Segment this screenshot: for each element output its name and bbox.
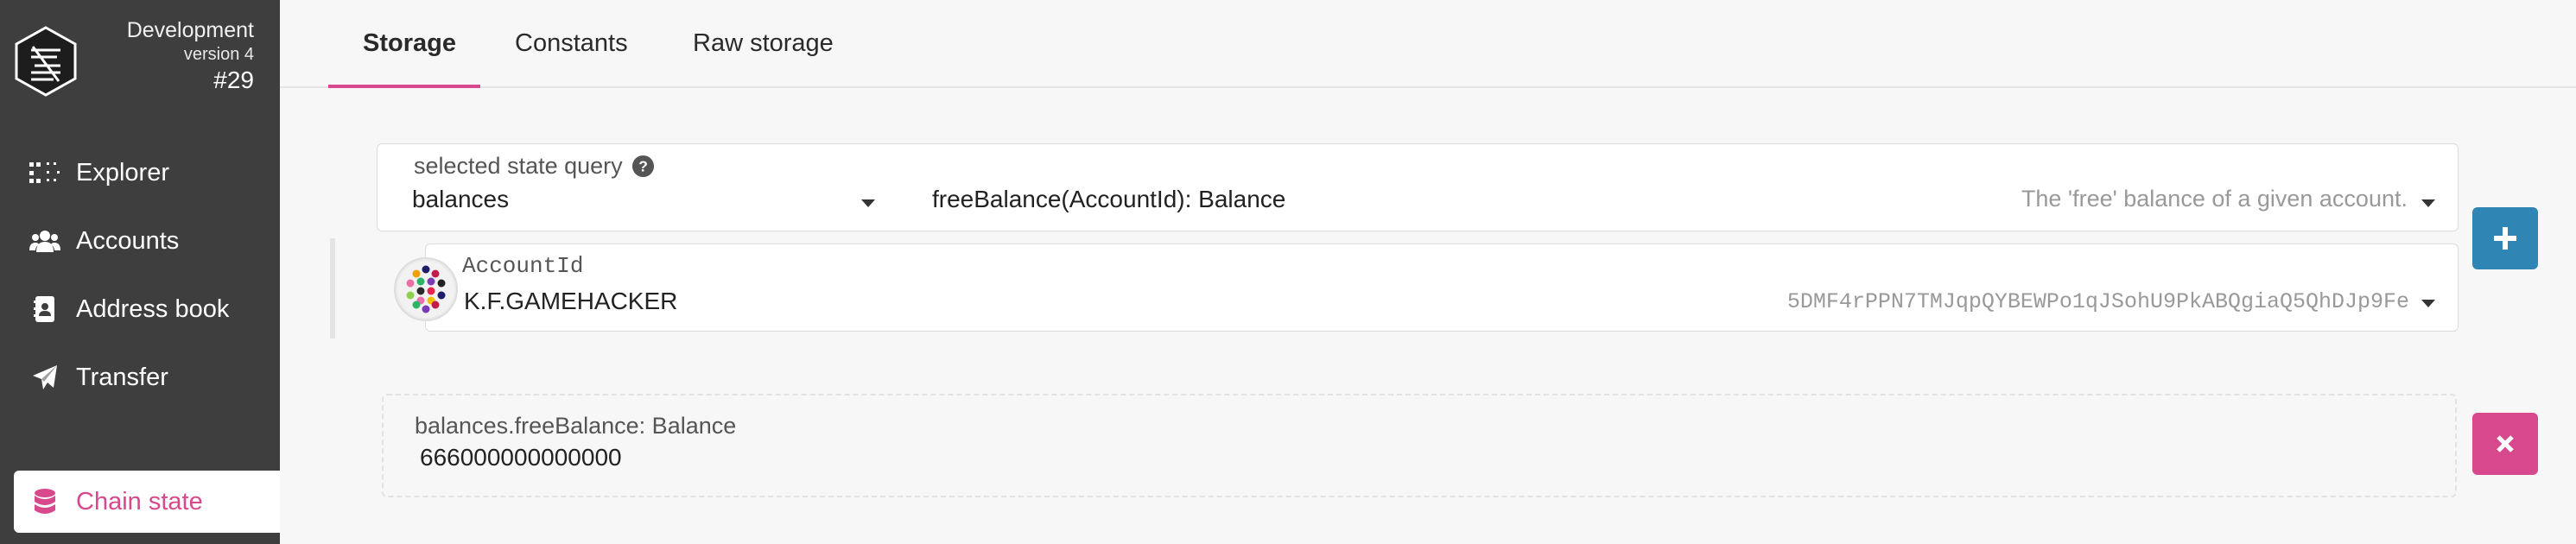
tab-constants[interactable]: Constants bbox=[515, 0, 628, 86]
module-dropdown[interactable]: balances bbox=[412, 186, 509, 213]
chevron-down-icon[interactable] bbox=[2421, 199, 2435, 207]
method-dropdown[interactable]: freeBalance(AccountId): Balance bbox=[932, 186, 1285, 213]
tab-bar: Storage Constants Raw storage bbox=[280, 0, 2576, 88]
result-label: balances.freeBalance: Balance bbox=[415, 413, 737, 439]
account-name[interactable]: K.F.GAMEHACKER bbox=[464, 288, 677, 315]
active-tab-indicator bbox=[328, 85, 480, 88]
tab-raw-storage[interactable]: Raw storage bbox=[693, 0, 834, 86]
result-value: 666000000000000 bbox=[420, 444, 622, 471]
substrate-logo-icon[interactable] bbox=[14, 26, 78, 97]
chain-name: Development bbox=[126, 18, 254, 42]
chain-version: version 4 bbox=[183, 45, 254, 64]
sidebar-item-transfer[interactable]: Transfer bbox=[0, 346, 280, 408]
sidebar-item-label: Address book bbox=[76, 294, 230, 323]
tab-label: Storage bbox=[363, 28, 456, 57]
remove-query-button[interactable] bbox=[2472, 413, 2538, 475]
users-icon bbox=[28, 224, 62, 258]
state-query-label-text: selected state query bbox=[414, 153, 623, 179]
sidebar: Development version 4 #29 Explorer Accou… bbox=[0, 0, 280, 544]
paper-plane-icon bbox=[28, 360, 62, 395]
query-result: balances.freeBalance: Balance 6660000000… bbox=[382, 394, 2457, 497]
state-query-label: selected state query ? bbox=[414, 153, 655, 180]
account-id-param[interactable]: AccountId K.F.GAMEHACKER 5DMF4rPPN7TMJqp… bbox=[425, 244, 2459, 332]
sidebar-item-address-book[interactable]: Address book bbox=[0, 278, 280, 340]
sidebar-item-label: Transfer bbox=[76, 363, 168, 391]
tab-label: Raw storage bbox=[693, 28, 834, 57]
chain-info: Development version 4 #29 bbox=[127, 17, 254, 95]
plus-icon bbox=[2494, 227, 2516, 250]
chevron-down-icon[interactable] bbox=[2421, 300, 2435, 307]
param-label: AccountId bbox=[462, 253, 584, 279]
account-address: 5DMF4rPPN7TMJqpQYBEWPo1qJSohU9PkABQgiaQ5… bbox=[1786, 289, 2409, 314]
add-query-button[interactable] bbox=[2472, 207, 2538, 269]
state-query-selector: selected state query ? balances freeBala… bbox=[377, 143, 2459, 231]
tab-storage[interactable]: Storage bbox=[363, 0, 456, 86]
chain-block-number: #29 bbox=[213, 66, 254, 93]
param-indent-rule bbox=[330, 238, 335, 338]
sidebar-item-chain-state[interactable]: Chain state bbox=[14, 471, 280, 533]
chevron-down-icon[interactable] bbox=[861, 199, 875, 207]
svg-text:?: ? bbox=[638, 157, 648, 174]
sidebar-item-label: Explorer bbox=[76, 158, 169, 187]
database-icon bbox=[28, 484, 62, 519]
address-book-icon bbox=[28, 292, 62, 326]
help-icon[interactable]: ? bbox=[631, 155, 655, 178]
sidebar-item-label: Accounts bbox=[76, 226, 180, 255]
close-icon bbox=[2497, 435, 2514, 452]
method-description: The 'free' balance of a given account. bbox=[2021, 186, 2408, 212]
sidebar-item-label: Chain state bbox=[76, 487, 203, 516]
sidebar-item-explorer[interactable]: Explorer bbox=[0, 142, 280, 204]
sidebar-item-accounts[interactable]: Accounts bbox=[0, 210, 280, 272]
tab-label: Constants bbox=[515, 28, 628, 57]
grid-icon bbox=[28, 155, 62, 190]
account-identicon-icon bbox=[394, 257, 458, 321]
